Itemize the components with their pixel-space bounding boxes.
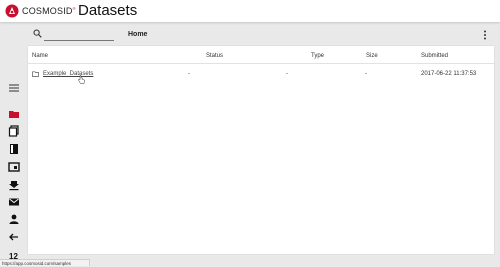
sidebar-item-download[interactable] bbox=[8, 179, 20, 191]
dataset-size: - bbox=[365, 71, 367, 77]
column-header-submitted[interactable]: Submitted bbox=[421, 53, 448, 59]
brand-name: COSMOSID® bbox=[22, 6, 76, 16]
table-row[interactable]: Example_Datasets - - - 2017-06-22 11:37:… bbox=[28, 66, 494, 84]
header-divider bbox=[28, 63, 494, 64]
status-bar-url: https://app.cosmosid.com/samples bbox=[0, 259, 90, 266]
column-header-name[interactable]: Name bbox=[32, 53, 48, 59]
sidebar-item-book[interactable] bbox=[8, 143, 20, 155]
column-header-status[interactable]: Status bbox=[206, 53, 223, 59]
dataset-status: - bbox=[188, 71, 190, 77]
column-header-size[interactable]: Size bbox=[366, 53, 378, 59]
sidebar-item-back[interactable] bbox=[8, 231, 20, 243]
datasets-table: Name Status Type Size Submitted Example_… bbox=[28, 46, 494, 254]
sidebar-item-mail[interactable] bbox=[8, 196, 20, 208]
folder-icon bbox=[9, 111, 19, 118]
dataset-submitted: 2017-06-22 11:37:53 bbox=[421, 71, 477, 77]
more-options-icon[interactable] bbox=[482, 29, 488, 41]
sidebar-item-image[interactable] bbox=[8, 161, 20, 173]
book-icon bbox=[10, 144, 18, 154]
pointer-cursor-icon bbox=[78, 75, 85, 84]
sidebar-item-account[interactable] bbox=[8, 213, 20, 225]
search-input[interactable] bbox=[44, 28, 114, 41]
breadcrumb-home[interactable]: Home bbox=[128, 31, 147, 38]
copy-icon bbox=[8, 125, 19, 137]
dataset-name-link[interactable]: Example_Datasets bbox=[43, 71, 93, 77]
search-bar: Home bbox=[28, 26, 494, 44]
arrow-left-icon bbox=[9, 233, 18, 241]
column-header-type[interactable]: Type bbox=[311, 53, 324, 59]
sidebar-item-copy[interactable] bbox=[8, 125, 20, 137]
search-icon bbox=[33, 29, 42, 38]
folder-outline-icon bbox=[32, 71, 39, 77]
sidebar-item-datasets[interactable] bbox=[8, 108, 20, 120]
page-title: Datasets bbox=[78, 2, 138, 19]
dataset-type: - bbox=[286, 71, 288, 77]
cosmosid-logo-icon[interactable] bbox=[5, 4, 19, 18]
mail-icon bbox=[9, 198, 19, 206]
person-icon bbox=[9, 214, 19, 224]
image-box-icon bbox=[8, 162, 20, 172]
menu-icon[interactable] bbox=[8, 82, 20, 94]
sidebar bbox=[0, 22, 28, 266]
top-bar: COSMOSID® Datasets bbox=[0, 0, 500, 22]
download-icon bbox=[9, 181, 19, 191]
